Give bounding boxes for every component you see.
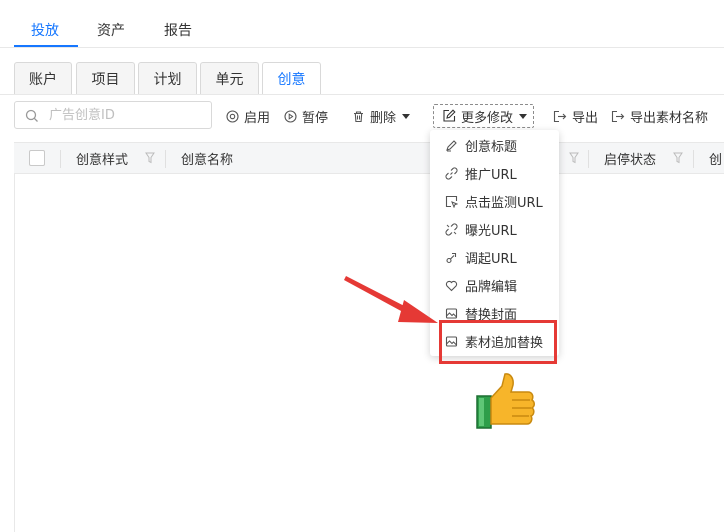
search-icon [25,109,38,122]
search-box[interactable] [14,101,212,129]
export-button[interactable]: 导出 [553,105,598,127]
filter-icon[interactable] [569,152,579,164]
export-material-button[interactable]: 导出素材名称 [611,105,708,127]
delete-button[interactable]: 删除 [352,105,411,127]
tab-assets[interactable]: 资产 [97,20,125,40]
table-body [14,174,724,532]
enable-icon [226,109,239,123]
chevron-down-icon [519,113,528,119]
search-input[interactable] [49,106,199,124]
menu-item-promo-url[interactable]: 推广URL [430,159,559,187]
thumbs-up-icon [476,373,535,429]
tab-delivery[interactable]: 投放 [31,20,59,40]
export-icon [611,110,625,122]
toolbar: 启用 暂停 删除 更多修改 导出 导出素材名称 [0,95,724,141]
column-header-name[interactable]: 创意名称 [181,143,233,173]
delete-label: 删除 [370,110,397,126]
table-header: 创意样式 创意名称 启停状态 创 [14,142,724,174]
tab-creative[interactable]: 创意 [262,62,321,95]
column-header-status[interactable]: 启停状态 [604,143,656,173]
tab-project[interactable]: 项目 [76,62,135,94]
column-divider [165,150,166,168]
export-icon [553,110,567,122]
tab-plan[interactable]: 计划 [138,62,197,94]
enable-button[interactable]: 启用 [226,105,270,127]
filter-icon[interactable] [673,152,683,164]
click-monitor-icon [445,195,458,208]
pause-label: 暂停 [302,110,329,126]
menu-item-brand-edit[interactable]: 品牌编辑 [430,271,559,299]
column-divider [693,150,694,168]
pause-icon [284,109,297,123]
select-all-checkbox[interactable] [29,150,45,166]
tab-unit[interactable]: 单元 [200,62,259,94]
broken-link-icon [445,223,458,236]
enable-label: 启用 [244,110,271,126]
menu-item-impression-url[interactable]: 曝光URL [430,215,559,243]
column-header-truncated[interactable]: 创 [709,143,722,173]
menu-item-creative-title[interactable]: 创意标题 [430,131,559,159]
top-tab-bar: 投放 资产 报告 [0,0,724,48]
active-tab-indicator [14,45,78,47]
heart-badge-icon [445,280,458,292]
trash-icon [354,110,363,122]
export-label: 导出 [572,110,599,126]
chevron-down-icon [402,113,411,119]
column-divider [60,150,61,168]
link-icon [445,167,458,180]
more-edit-label: 更多修改 [461,110,514,126]
more-edit-button[interactable]: 更多修改 [433,104,535,128]
filter-icon[interactable] [145,152,155,164]
tab-reports[interactable]: 报告 [164,20,192,40]
column-header-style[interactable]: 创意样式 [76,143,128,173]
menu-item-click-monitor-url[interactable]: 点击监测URL [430,187,559,215]
column-divider [588,150,589,168]
menu-item-invoke-url[interactable]: 调起URL [430,243,559,271]
image-icon [445,308,458,319]
export-material-label: 导出素材名称 [630,110,709,126]
edit-icon [443,109,456,122]
tab-account[interactable]: 账户 [14,62,72,94]
annotation-arrow [344,276,438,323]
pause-button[interactable]: 暂停 [284,105,328,127]
invoke-icon [446,252,457,264]
highlight-box [439,320,557,364]
pen-icon [446,140,457,152]
